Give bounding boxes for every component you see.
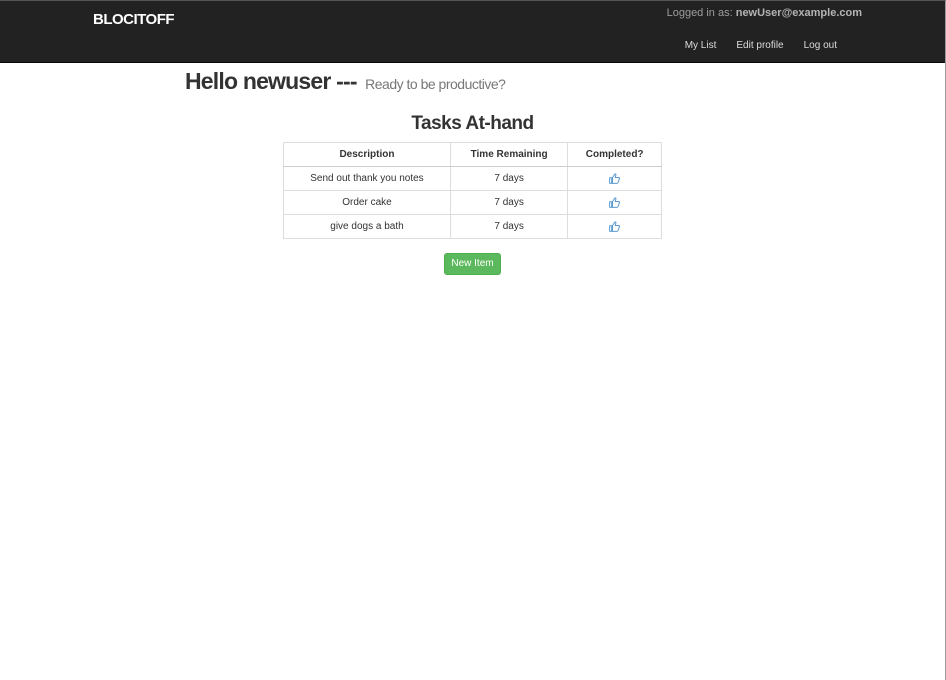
task-description: Order cake [283, 190, 451, 215]
task-time-remaining: 7 days [449, 190, 569, 215]
top-navbar: BLOCITOFF Logged in as: newUser@example.… [0, 1, 945, 63]
logged-in-status: Logged in as: newUser@example.com [667, 7, 862, 19]
table-row: Order cake 7 days [283, 190, 662, 215]
task-description: give dogs a bath [283, 214, 451, 239]
app-window: BLOCITOFF Logged in as: newUser@example.… [0, 0, 946, 680]
tasks-table: Description Time Remaining Completed? Se… [283, 142, 662, 239]
tasks-title: Tasks At-hand [411, 113, 534, 134]
task-time-remaining: 7 days [449, 214, 569, 239]
logged-in-email: newUser@example.com [735, 7, 862, 19]
brand-logo[interactable]: BLOCITOFF [93, 11, 175, 28]
nav-my-list-link[interactable]: My List [685, 40, 717, 51]
new-item-button[interactable]: New Item [444, 253, 501, 275]
thumbs-up-icon[interactable] [609, 221, 621, 232]
table-header-row: Description Time Remaining Completed? [283, 142, 662, 167]
greeting-subtitle: Ready to be productive? [365, 76, 506, 92]
nav-links: My List Edit profile Log out [685, 40, 837, 51]
task-completed-cell [567, 166, 662, 191]
table-row: Send out thank you notes 7 days [283, 166, 662, 191]
task-completed-cell [567, 214, 662, 239]
column-header-completed: Completed? [567, 142, 662, 167]
greeting-heading: Hello newuser --- Ready to be productive… [185, 68, 506, 95]
column-header-time-remaining: Time Remaining [449, 142, 569, 167]
thumbs-up-icon[interactable] [609, 173, 621, 184]
task-time-remaining: 7 days [449, 166, 569, 191]
greeting-hello: Hello newuser --- [185, 68, 358, 94]
nav-log-out-link[interactable]: Log out [804, 40, 837, 51]
column-header-description: Description [283, 142, 451, 167]
thumbs-up-icon[interactable] [609, 197, 621, 208]
nav-edit-profile-link[interactable]: Edit profile [736, 40, 783, 51]
logged-in-label: Logged in as: [666, 7, 733, 19]
task-description: Send out thank you notes [283, 166, 451, 191]
table-row: give dogs a bath 7 days [283, 214, 662, 239]
task-completed-cell [567, 190, 662, 215]
